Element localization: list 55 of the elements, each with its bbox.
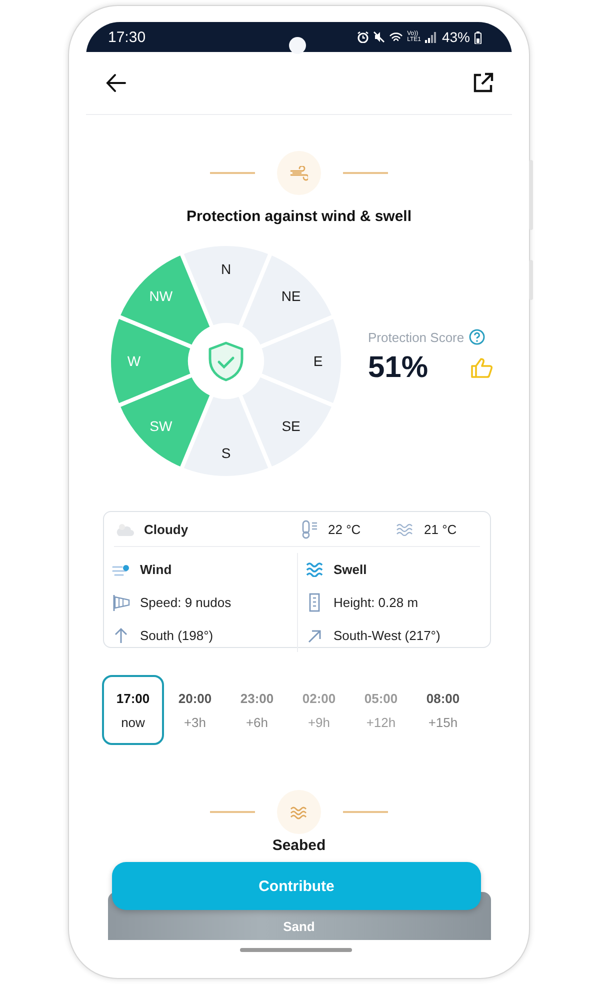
- direction-label: N: [220, 261, 232, 277]
- help-icon[interactable]: [469, 329, 486, 345]
- cloud-icon: [116, 521, 134, 537]
- wifi-icon: [389, 32, 404, 42]
- weather-condition: Cloudy: [144, 522, 188, 536]
- swell-title: Swell: [334, 562, 367, 577]
- time-slot[interactable]: 05:00 +12h: [350, 675, 412, 745]
- wind-icon: [112, 562, 130, 577]
- thermometer-icon: [301, 520, 318, 538]
- water-temperature: 21 °C: [424, 522, 457, 536]
- external-link-icon: [472, 72, 494, 94]
- direction-label: NE: [281, 288, 301, 304]
- section-title: Seabed: [272, 837, 326, 854]
- direction-label: E: [313, 353, 323, 369]
- time-slot[interactable]: 23:00 +6h: [226, 675, 288, 745]
- time-slot[interactable]: 02:00 +9h: [288, 675, 350, 745]
- thumbs-up-icon: [470, 356, 494, 380]
- time-slot[interactable]: 20:00 +3h: [164, 675, 226, 745]
- shield-check-icon: [208, 342, 244, 382]
- swell-height: Height: 0.28 m: [334, 595, 418, 610]
- battery-icon: [474, 30, 482, 44]
- time-slot[interactable]: 08:00 +15h: [412, 675, 474, 745]
- direction-label: SE: [282, 418, 300, 434]
- time-slot[interactable]: 17:00 now: [102, 675, 164, 745]
- direction-label: NW: [149, 288, 173, 304]
- wind-speed: Speed: 9 nudos: [140, 595, 232, 610]
- camera-hole: [289, 37, 306, 54]
- battery-percent: 43%: [442, 29, 470, 45]
- arrow-up-icon: [114, 627, 128, 644]
- signal-icon: [424, 32, 436, 42]
- clock-time: 17:30: [108, 28, 146, 46]
- seabed-type: Sand: [283, 919, 315, 934]
- back-button[interactable]: [106, 73, 126, 93]
- direction-label: W: [127, 353, 141, 369]
- air-temperature: 22 °C: [328, 522, 361, 536]
- direction-label: SW: [150, 418, 172, 434]
- direction-label: S: [221, 445, 231, 461]
- section-title: Protection against wind & swell: [186, 208, 412, 225]
- water-icon: [396, 522, 414, 536]
- waves-icon: [290, 804, 308, 820]
- swell-direction: South-West (217°): [334, 628, 440, 643]
- wind-icon: [290, 166, 308, 180]
- windsock-icon: [112, 594, 130, 612]
- wind-direction: South (198°): [140, 628, 214, 643]
- contribute-button[interactable]: Contribute: [112, 862, 481, 910]
- arrow-up-right-icon: [307, 628, 322, 644]
- mute-icon: [373, 31, 386, 43]
- score-value: 51%: [368, 351, 428, 385]
- share-button[interactable]: [472, 72, 494, 94]
- back-arrow-icon: [106, 73, 126, 93]
- ruler-icon: [308, 593, 321, 612]
- waves-icon: [306, 562, 324, 577]
- wind-title: Wind: [140, 562, 172, 577]
- alarm-icon: [357, 31, 370, 43]
- score-label: Protection Score: [368, 330, 464, 344]
